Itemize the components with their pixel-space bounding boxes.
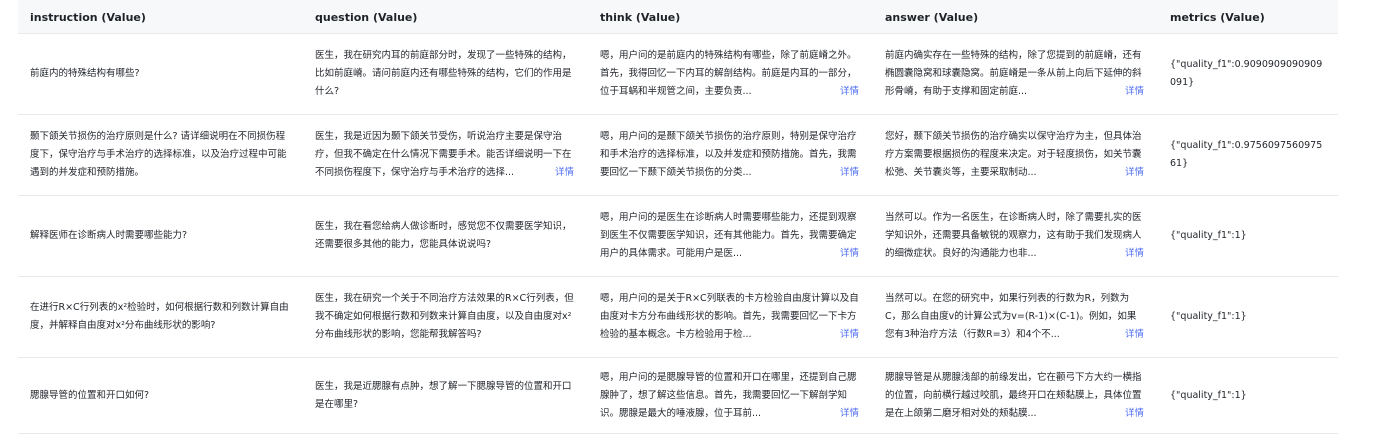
table-header: instruction (Value) question (Value) thi… — [18, 0, 1338, 34]
details-link[interactable]: 详情 — [1122, 404, 1144, 423]
think-cell: 嗯，用户问的是前庭内的特殊结构有哪些，除了前庭嵴之外。首先，我得回忆一下内耳的解… — [588, 34, 873, 114]
details-link[interactable]: 详情 — [552, 164, 574, 182]
instruction-cell: 颞下颌关节损伤的治疗原则是什么? 请详细说明在不同损伤程度下，保守治疗与手术治疗… — [18, 115, 303, 195]
instruction-cell: 前庭内的特殊结构有哪些? — [18, 34, 303, 114]
table-row: 腮腺导管的位置和开口如何? 医生，我是近腮腺有点肿，想了解一下腮腺导管的位置和开… — [18, 358, 1338, 434]
think-cell: 嗯，用户问的是颞下颌关节损伤的治疗原则，特别是保守治疗和手术治疗的选择标准，以及… — [588, 115, 873, 195]
think-cell: 嗯，用户问的是医生在诊断病人时需要哪些能力，还提到观察到医生不仅需要医学知识，还… — [588, 196, 873, 276]
details-link[interactable]: 详情 — [837, 83, 859, 101]
column-header-think[interactable]: think (Value) — [588, 0, 873, 34]
question-cell: 医生，我是近因为颞下颌关节受伤，听说治疗主要是保守治疗，但我不确定在什么情况下需… — [303, 115, 588, 195]
answer-text: 当然可以。作为一名医生，在诊断病人时，除了需要扎实的医学知识外，还需要具备敏锐的… — [885, 212, 1142, 259]
instruction-text: 在进行R×C行列表的x²检验时，如何根据行数和列数计算自由度，并解释自由度对x²… — [30, 302, 289, 331]
answer-text: 当然可以。在您的研究中，如果行列表的行数为R，列数为C，那么自由度v的计算公式为… — [885, 293, 1137, 340]
details-link[interactable]: 详情 — [837, 326, 859, 344]
answer-cell: 前庭内确实存在一些特殊的结构，除了您提到的前庭嵴，还有椭圆囊隐窝和球囊隐窝。前庭… — [873, 34, 1158, 114]
results-table: instruction (Value) question (Value) thi… — [18, 0, 1338, 434]
metrics-text: {"quality_f1":1} — [1170, 389, 1247, 401]
instruction-text: 腮腺导管的位置和开口如何? — [30, 389, 150, 401]
metrics-cell: {"quality_f1":0.975609756097561} — [1158, 115, 1338, 195]
think-cell: 嗯，用户问的是关于R×C列联表的卡方检验自由度计算以及自由度对卡方分布曲线形状的… — [588, 277, 873, 357]
table-row: 解释医师在诊断病人时需要哪些能力? 医生，我在看您给病人做诊断时，感觉您不仅需要… — [18, 196, 1338, 277]
think-text: 嗯，用户问的是腮腺导管的位置和开口在哪里，还提到自己腮腺肿了，想了解这些信息。首… — [600, 371, 857, 419]
think-text: 嗯，用户问的是关于R×C列联表的卡方检验自由度计算以及自由度对卡方分布曲线形状的… — [600, 293, 859, 340]
column-header-instruction[interactable]: instruction (Value) — [18, 0, 303, 34]
answer-cell: 当然可以。作为一名医生，在诊断病人时，除了需要扎实的医学知识外，还需要具备敏锐的… — [873, 196, 1158, 276]
table-row: 颞下颌关节损伤的治疗原则是什么? 请详细说明在不同损伤程度下，保守治疗与手术治疗… — [18, 115, 1338, 196]
column-header-metrics[interactable]: metrics (Value) — [1158, 0, 1338, 34]
metrics-cell: {"quality_f1":0.9090909090909091} — [1158, 34, 1338, 114]
details-link[interactable]: 详情 — [837, 245, 859, 263]
answer-text: 腮腺导管是从腮腺浅部的前缘发出，它在颧弓下方大约一横指的位置，向前横行越过咬肌，… — [885, 371, 1142, 419]
metrics-text: {"quality_f1":1} — [1170, 311, 1247, 322]
question-cell: 医生，我是近腮腺有点肿，想了解一下腮腺导管的位置和开口是在哪里? — [303, 358, 588, 433]
think-text: 嗯，用户问的是医生在诊断病人时需要哪些能力，还提到观察到医生不仅需要医学知识，还… — [600, 212, 857, 259]
instruction-text: 前庭内的特殊结构有哪些? — [30, 68, 140, 79]
question-cell: 医生，我在研究一个关于不同治疗方法效果的R×C行列表，但我不确定如何根据行数和列… — [303, 277, 588, 357]
think-cell: 嗯，用户问的是腮腺导管的位置和开口在哪里，还提到自己腮腺肿了，想了解这些信息。首… — [588, 358, 873, 433]
answer-cell: 腮腺导管是从腮腺浅部的前缘发出，它在颧弓下方大约一横指的位置，向前横行越过咬肌，… — [873, 358, 1158, 433]
instruction-text: 颞下颌关节损伤的治疗原则是什么? 请详细说明在不同损伤程度下，保守治疗与手术治疗… — [30, 131, 287, 178]
column-header-question[interactable]: question (Value) — [303, 0, 588, 34]
instruction-cell: 在进行R×C行列表的x²检验时，如何根据行数和列数计算自由度，并解释自由度对x²… — [18, 277, 303, 357]
metrics-text: {"quality_f1":0.9090909090909091} — [1170, 59, 1323, 88]
column-header-answer[interactable]: answer (Value) — [873, 0, 1158, 34]
question-cell: 医生，我在研究内耳的前庭部分时，发现了一些特殊的结构，比如前庭嵴。请问前庭内还有… — [303, 34, 588, 114]
details-link[interactable]: 详情 — [1122, 326, 1144, 344]
question-cell: 医生，我在看您给病人做诊断时，感觉您不仅需要医学知识，还需要很多其他的能力，您能… — [303, 196, 588, 276]
metrics-cell: {"quality_f1":1} — [1158, 358, 1338, 433]
details-link[interactable]: 详情 — [837, 404, 859, 423]
think-text: 嗯，用户问的是颞下颌关节损伤的治疗原则，特别是保守治疗和手术治疗的选择标准，以及… — [600, 131, 857, 178]
question-text: 医生，我在研究内耳的前庭部分时，发现了一些特殊的结构，比如前庭嵴。请问前庭内还有… — [315, 50, 572, 97]
answer-text: 前庭内确实存在一些特殊的结构，除了您提到的前庭嵴，还有椭圆囊隐窝和球囊隐窝。前庭… — [885, 50, 1142, 97]
details-link[interactable]: 详情 — [1122, 245, 1144, 263]
metrics-cell: {"quality_f1":1} — [1158, 277, 1338, 357]
metrics-cell: {"quality_f1":1} — [1158, 196, 1338, 276]
details-link[interactable]: 详情 — [837, 164, 859, 182]
table-row: 在进行R×C行列表的x²检验时，如何根据行数和列数计算自由度，并解释自由度对x²… — [18, 277, 1338, 358]
question-text: 医生，我是近腮腺有点肿，想了解一下腮腺导管的位置和开口是在哪里? — [315, 380, 572, 410]
instruction-text: 解释医师在诊断病人时需要哪些能力? — [30, 230, 188, 241]
think-text: 嗯，用户问的是前庭内的特殊结构有哪些，除了前庭嵴之外。首先，我得回忆一下内耳的解… — [600, 50, 857, 97]
answer-cell: 您好，颞下颌关节损伤的治疗确实以保守治疗为主，但具体治疗方案需要根据损伤的程度来… — [873, 115, 1158, 195]
details-link[interactable]: 详情 — [1122, 164, 1144, 182]
answer-text: 您好，颞下颌关节损伤的治疗确实以保守治疗为主，但具体治疗方案需要根据损伤的程度来… — [885, 131, 1142, 178]
instruction-cell: 解释医师在诊断病人时需要哪些能力? — [18, 196, 303, 276]
question-text: 医生，我在看您给病人做诊断时，感觉您不仅需要医学知识，还需要很多其他的能力，您能… — [315, 221, 572, 250]
question-text: 医生，我是近因为颞下颌关节受伤，听说治疗主要是保守治疗，但我不确定在什么情况下需… — [315, 131, 572, 178]
question-text: 医生，我在研究一个关于不同治疗方法效果的R×C行列表，但我不确定如何根据行数和列… — [315, 293, 574, 340]
metrics-text: {"quality_f1":0.975609756097561} — [1170, 140, 1323, 169]
details-link[interactable]: 详情 — [1122, 83, 1144, 101]
table-row: 前庭内的特殊结构有哪些? 医生，我在研究内耳的前庭部分时，发现了一些特殊的结构，… — [18, 34, 1338, 115]
answer-cell: 当然可以。在您的研究中，如果行列表的行数为R，列数为C，那么自由度v的计算公式为… — [873, 277, 1158, 357]
instruction-cell: 腮腺导管的位置和开口如何? — [18, 358, 303, 433]
metrics-text: {"quality_f1":1} — [1170, 230, 1247, 241]
